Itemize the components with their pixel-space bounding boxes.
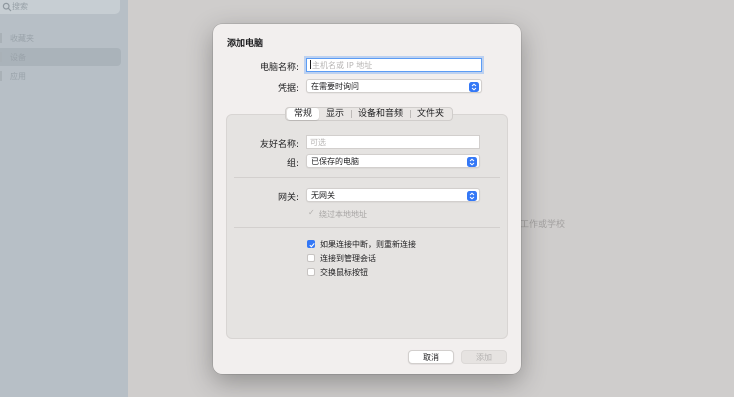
tab-general[interactable]: 常规 [287,108,320,120]
group-select[interactable]: 已保存的电脑 [306,154,480,168]
friendly-name-placeholder: 可选 [310,138,326,147]
cancel-button[interactable]: 取消 [408,350,454,364]
sidebar-search-field[interactable]: 搜索 [0,0,120,14]
checkmark-icon [308,242,315,247]
sidebar-item-label: 应用 [10,72,26,81]
gateway-select[interactable]: 无网关 [306,188,480,202]
tab-devices-audio[interactable]: 设备和音频 [351,108,410,120]
credentials-label: 凭据: [277,84,299,94]
add-pc-dialog: 添加电脑 电脑名称: 主机名或 IP 地址 凭据: 在需要时询问 常规 显示 设… [213,24,521,374]
group-label: 组: [286,159,299,169]
background-hint-text: 工作或学校 [520,220,566,230]
admin-session-label: 连接到管理会话 [320,254,376,263]
friendly-name-input[interactable]: 可选 [306,135,480,149]
bypass-local-label: 绕过本地地址 [319,210,367,219]
sidebar-item-label: 设备 [10,53,26,62]
tab-display[interactable]: 显示 [319,108,351,120]
section-divider [234,177,500,178]
sidebar-item-devices[interactable]: 设备 [0,48,121,66]
bypass-local-checkmark-icon: ✓ [308,208,315,217]
pc-name-label: 电脑名称: [259,63,299,73]
search-icon [2,2,12,12]
admin-session-checkbox[interactable] [307,254,315,262]
chevron-updown-icon [469,81,479,92]
sidebar-item-indicator [0,52,2,62]
reconnect-label: 如果连接中断，则重新连接 [320,240,416,249]
text-cursor [310,60,311,69]
group-value: 已保存的电脑 [311,157,359,166]
pc-name-placeholder: 主机名或 IP 地址 [312,61,373,70]
add-button[interactable]: 添加 [461,350,507,364]
tab-folders[interactable]: 文件夹 [410,108,451,120]
reconnect-checkbox[interactable] [307,240,315,248]
sidebar-item-indicator [0,33,2,43]
sidebar-item-indicator [0,71,2,81]
pc-name-input[interactable]: 主机名或 IP 地址 [306,58,482,72]
sidebar-item-label: 收藏夹 [10,34,34,43]
chevron-updown-icon [467,190,477,201]
dialog-title: 添加电脑 [227,39,264,49]
chevron-updown-icon [467,156,477,167]
credentials-value: 在需要时询问 [311,82,359,91]
friendly-name-label: 友好名称: [259,140,299,150]
swap-mouse-checkbox[interactable] [307,268,315,276]
sidebar-item-favorites[interactable]: 收藏夹 [0,29,121,47]
gateway-value: 无网关 [311,191,335,200]
sidebar-item-apps[interactable]: 应用 [0,67,121,85]
credentials-select[interactable]: 在需要时询问 [306,79,482,93]
gateway-label: 网关: [277,193,299,203]
tab-bar: 常规 显示 设备和音频 文件夹 [285,107,454,121]
section-divider [234,227,500,228]
swap-mouse-label: 交换鼠标按钮 [320,268,368,277]
sidebar: 搜索 收藏夹 设备 应用 [0,0,128,397]
search-placeholder: 搜索 [12,2,28,11]
